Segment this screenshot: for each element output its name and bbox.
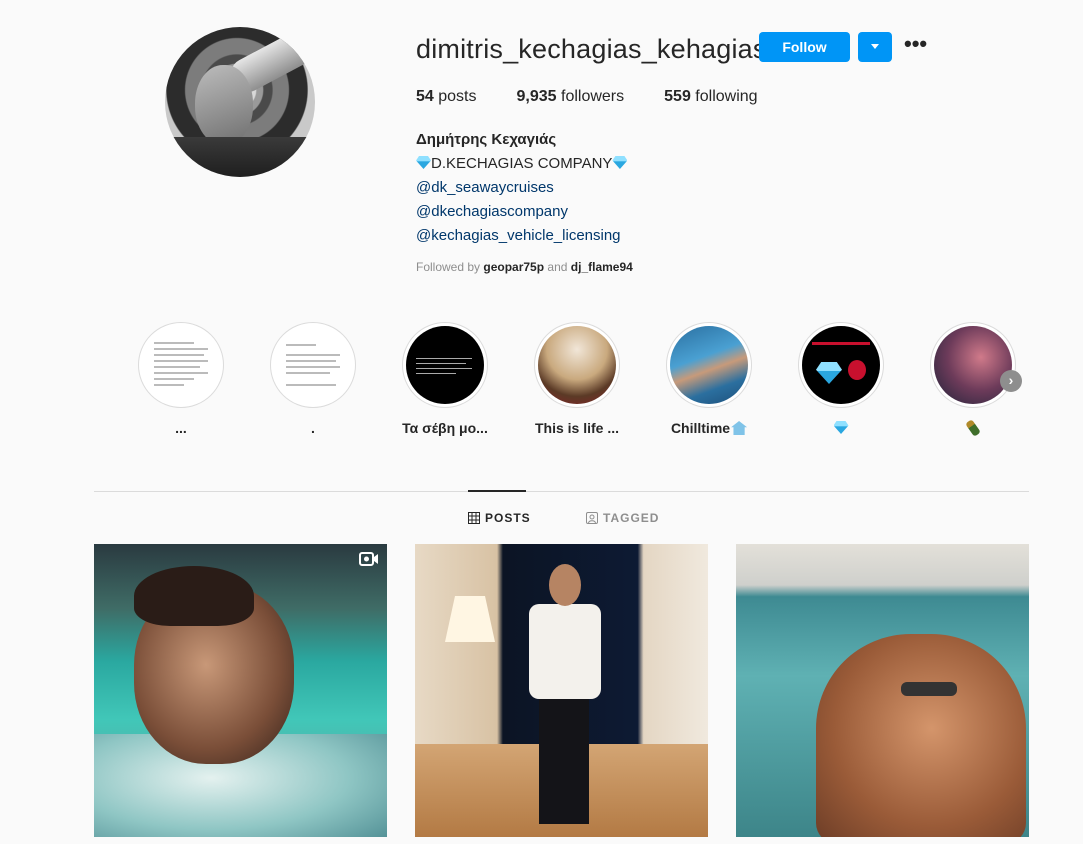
posts-label: posts <box>438 88 477 105</box>
suggested-dropdown-button[interactable] <box>858 32 892 62</box>
posts-stat: 54 posts <box>416 88 477 106</box>
highlight-label: This is life ... <box>534 420 620 436</box>
followed-by-user[interactable]: geopar75p <box>483 260 544 274</box>
highlight-thumbnail <box>670 326 748 404</box>
tab-tagged-label: TAGGED <box>603 511 660 525</box>
followed-by[interactable]: Followed by geopar75p and dj_flame94 <box>416 260 633 274</box>
highlight-item[interactable]: Chilltime <box>665 322 753 436</box>
profile-bio: Δημήτρης Κεχαγιάς D.KECHAGIAS COMPANY @d… <box>416 128 628 248</box>
more-options-button[interactable]: ••• <box>904 33 930 59</box>
gem-icon <box>816 362 842 384</box>
highlight-item[interactable]: . <box>269 322 357 436</box>
chevron-down-icon <box>871 44 879 49</box>
profile-username: dimitris_kechagias_kehagias <box>416 34 767 64</box>
followed-by-conjunction: and <box>547 260 568 274</box>
highlight-label <box>929 419 1017 437</box>
highlight-thumbnail <box>934 326 1012 404</box>
highlight-thumbnail <box>538 326 616 404</box>
tag-icon <box>586 512 598 524</box>
highlight-thumbnail <box>142 326 220 404</box>
highlight-label: ... <box>175 420 187 436</box>
highlight-item[interactable]: This is life ... <box>533 322 621 436</box>
highlight-item[interactable]: Τα σέβη μο... <box>401 322 489 436</box>
profile-full-name: Δημήτρης Κεχαγιάς <box>416 131 557 148</box>
followed-by-user[interactable]: dj_flame94 <box>571 260 633 274</box>
bio-company-text: D.KECHAGIAS COMPANY <box>431 155 613 172</box>
gem-icon <box>833 421 849 434</box>
followers-label: followers <box>561 88 625 105</box>
bio-company-line: D.KECHAGIAS COMPANY <box>416 152 628 176</box>
posts-count: 54 <box>416 88 434 105</box>
following-count: 559 <box>664 88 691 105</box>
following-stat[interactable]: 559 following <box>664 88 757 106</box>
highlight-label-chilltime: Chilltime <box>665 420 753 436</box>
highlight-label: . <box>311 420 315 436</box>
bio-link-seawaycruises[interactable]: @dk_seawaycruises <box>416 176 627 200</box>
champagne-icon <box>965 419 981 437</box>
house-icon <box>731 421 748 435</box>
post-thumbnail[interactable] <box>736 544 1029 837</box>
highlight-thumbnail <box>802 326 880 404</box>
followers-count: 9,935 <box>516 88 557 105</box>
highlight-item[interactable] <box>797 322 885 436</box>
profile-stats: 54 posts 9,935 followers 559 following <box>416 88 758 106</box>
tab-posts-label: POSTS <box>485 511 531 525</box>
story-highlights: ... . Τα σέβη μο... This is life ... Chi… <box>137 322 1027 442</box>
bio-link-vehicle-licensing[interactable]: @kechagias_vehicle_licensing <box>416 224 627 248</box>
active-tab-indicator <box>468 490 526 492</box>
video-icon <box>359 552 378 566</box>
post-thumbnail[interactable] <box>94 544 387 837</box>
highlight-item[interactable]: ... <box>137 322 225 436</box>
highlight-thumbnail <box>274 326 352 404</box>
chevron-right-icon[interactable]: › <box>1000 370 1022 392</box>
profile-avatar[interactable] <box>165 27 315 177</box>
bio-link-dkechagiascompany[interactable]: @dkechagiascompany <box>416 200 627 224</box>
followed-by-prefix: Followed by <box>416 260 481 274</box>
tab-tagged[interactable]: TAGGED <box>586 511 659 525</box>
grid-icon <box>468 512 480 524</box>
highlight-label <box>797 420 885 436</box>
tab-posts[interactable]: POSTS <box>468 511 531 525</box>
gem-icon <box>612 156 628 169</box>
followers-stat[interactable]: 9,935 followers <box>517 88 625 106</box>
highlight-thumbnail <box>406 326 484 404</box>
post-thumbnail[interactable] <box>415 544 708 837</box>
follow-button[interactable]: Follow <box>759 32 850 62</box>
highlight-label: Τα σέβη μο... <box>402 420 488 436</box>
gem-icon <box>416 156 431 169</box>
following-label: following <box>695 88 758 105</box>
profile-tabs-divider <box>94 491 1029 492</box>
